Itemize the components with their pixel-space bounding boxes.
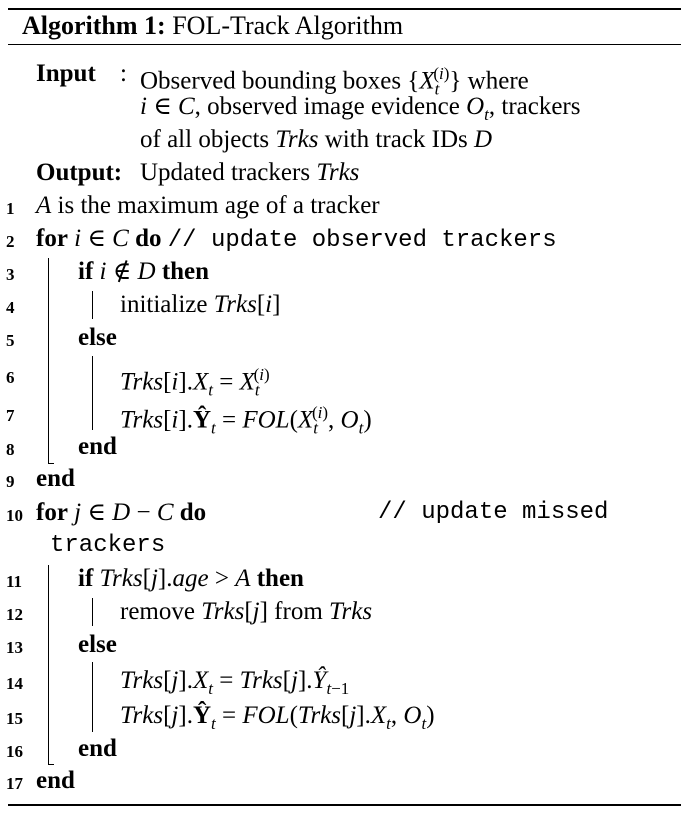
top-rule <box>8 8 681 10</box>
else-block-bar-2 <box>92 662 93 732</box>
else-block-bar <box>92 356 93 430</box>
keyword-if: if <box>78 565 94 592</box>
comment-continuation: trackers <box>50 532 166 559</box>
line-number: 13 <box>6 638 23 657</box>
caption-rule <box>8 44 681 45</box>
input-label: Input <box>36 60 96 87</box>
line-number: 17 <box>6 774 23 793</box>
for-block-hook <box>48 463 54 464</box>
if-block-bar <box>92 291 93 319</box>
line-number: 8 <box>6 440 15 459</box>
line-number: 15 <box>6 709 23 728</box>
line-number: 4 <box>6 298 15 317</box>
if-block-bar-2 <box>92 598 93 626</box>
keyword-end: end <box>36 767 75 794</box>
keyword-else: else <box>78 324 117 351</box>
input-text-3: of all objects Trks with track IDs D <box>140 126 493 153</box>
input-sep: : <box>120 60 127 87</box>
line-text: for j ∈ D − C do <box>36 499 207 526</box>
bottom-rule <box>8 804 681 806</box>
keyword-for: for <box>36 499 68 526</box>
line-text: Trks[j].Xt = Trks[j].Ŷt−1 <box>120 667 350 698</box>
line-text: if i ∉ D then <box>78 258 210 285</box>
for-block-bar-2 <box>48 565 49 765</box>
line-number: 14 <box>6 674 23 693</box>
line-number: 9 <box>6 472 15 491</box>
line-text: if Trks[j].age > A then <box>78 565 304 592</box>
line-number: 10 <box>6 506 23 525</box>
algorithm-label: Algorithm 1: <box>22 11 166 40</box>
line-text: remove Trks[j] from Trks <box>120 598 373 625</box>
algorithm-title: FOL-Track Algorithm <box>172 11 404 40</box>
keyword-do: do <box>135 225 162 252</box>
keyword-else: else <box>78 631 117 658</box>
keyword-if: if <box>78 258 94 285</box>
keyword-for: for <box>36 225 68 252</box>
algorithm-caption: Algorithm 1: FOL-Track Algorithm <box>22 11 403 41</box>
comment: // update observed trackers <box>167 227 557 254</box>
line-number: 2 <box>6 232 15 251</box>
for-block-bar <box>48 258 49 464</box>
line-number: 7 <box>6 406 15 425</box>
keyword-do: do <box>179 499 207 526</box>
line-number: 5 <box>6 331 15 350</box>
line-text: for i ∈ C do // update observed trackers <box>36 225 557 254</box>
line-text: Trks[i].Ŷt = FOL(Xt(i), Ot) <box>120 403 372 438</box>
line-number: 11 <box>6 572 23 591</box>
line-number: 16 <box>6 742 23 761</box>
line-number: 12 <box>6 605 23 624</box>
keyword-then: then <box>256 565 304 592</box>
for-block-hook-2 <box>48 764 54 765</box>
line-text: Trks[j].Ŷt = FOL(Trks[j].Xt, Ot) <box>120 702 435 733</box>
line-number: 3 <box>6 265 15 284</box>
line-text: A is the maximum age of a tracker <box>36 192 380 219</box>
keyword-end: end <box>36 465 75 492</box>
output-label: Output: <box>36 159 123 186</box>
keyword-then: then <box>161 258 210 285</box>
line-number: 6 <box>6 368 15 387</box>
output-text: Updated trackers Trks <box>140 159 360 186</box>
keyword-end: end <box>78 735 117 762</box>
keyword-end: end <box>78 433 117 460</box>
line-text: initialize Trks[i] <box>120 291 281 318</box>
line-number: 1 <box>6 199 15 218</box>
comment: // update missed <box>378 499 609 526</box>
